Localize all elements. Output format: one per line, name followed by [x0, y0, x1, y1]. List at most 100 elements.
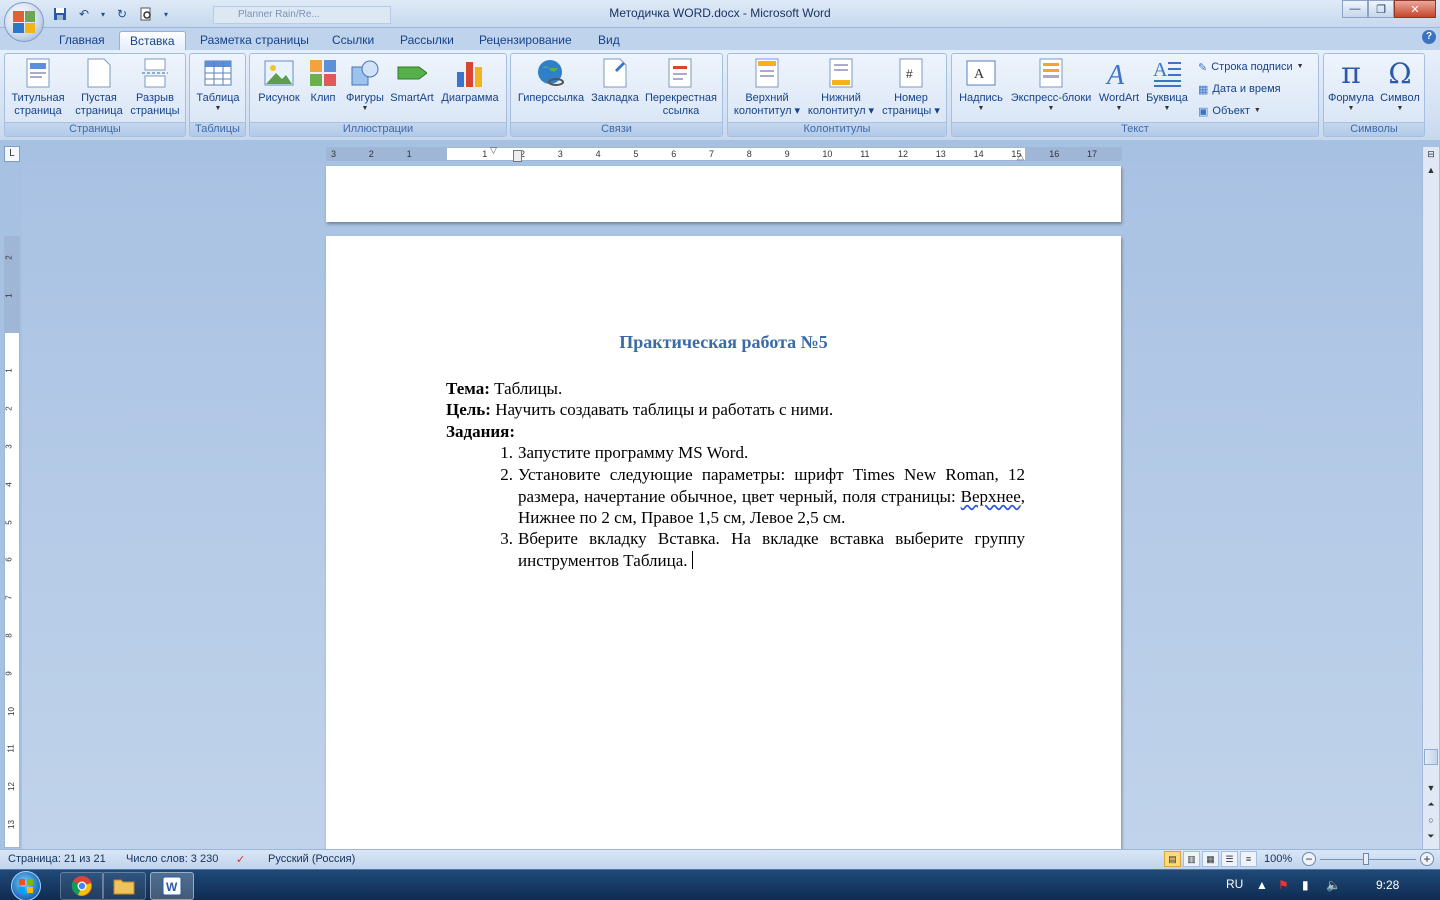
previous-page-icon[interactable]: ⏶	[1424, 797, 1438, 811]
ruler-number: 1	[4, 368, 14, 374]
print-layout-icon[interactable]: ▤	[1164, 851, 1181, 867]
group-symbols-label: Символы	[1324, 122, 1424, 136]
network-icon[interactable]: ▮	[1302, 878, 1309, 892]
proofing-icon[interactable]: ✓	[236, 853, 245, 866]
text-box-button[interactable]: A Надпись ▼	[954, 54, 1008, 113]
zoom-out-icon[interactable]: −	[1302, 852, 1316, 866]
help-icon[interactable]: ?	[1422, 30, 1436, 44]
ruler-number: 2	[4, 406, 14, 411]
input-language[interactable]: RU	[1226, 877, 1243, 891]
page-break-icon	[140, 57, 170, 89]
dropdown-caret-icon: ▼	[1396, 105, 1404, 112]
clock[interactable]: 9:28	[1376, 878, 1399, 892]
hyperlink-button[interactable]: Гиперссылка	[515, 54, 587, 105]
quick-parts-button[interactable]: Экспресс-блоки ▼	[1008, 54, 1094, 113]
zoom-slider-thumb[interactable]	[1363, 853, 1369, 865]
ruler-number: 13	[935, 149, 946, 159]
explorer-taskbar-button[interactable]	[102, 872, 146, 900]
language-indicator[interactable]: Русский (Россия)	[268, 853, 355, 865]
symbol-button[interactable]: Ω Символ ▼	[1376, 54, 1424, 113]
smartart-button[interactable]: SmartArt	[388, 54, 436, 105]
scroll-up-arrow-icon[interactable]: ▲	[1424, 163, 1438, 177]
page-count[interactable]: Страница: 21 из 21	[8, 853, 106, 865]
draft-icon[interactable]: ≡	[1240, 851, 1257, 867]
group-tables-label: Таблицы	[190, 122, 245, 136]
ruler-toggle-icon[interactable]: ⊟	[1424, 147, 1438, 161]
table-icon	[203, 57, 233, 89]
signature-line-button[interactable]: ✎ Строка подписи ▼	[1198, 58, 1304, 76]
volume-icon[interactable]: 🔈	[1326, 878, 1341, 892]
ruler-number: 13	[6, 820, 16, 829]
web-layout-icon[interactable]: ▦	[1202, 851, 1219, 867]
tab-selector-button[interactable]: L	[4, 146, 20, 162]
page-break-button[interactable]: Разрыв страницы	[127, 54, 183, 118]
outline-icon[interactable]: ☰	[1221, 851, 1238, 867]
horizontal-ruler[interactable]: 3 2 1 1 2 3 4 5 6 7 8 9 10 11 12 13 14 15 16 17 ▽ △	[326, 145, 1122, 162]
bookmark-button[interactable]: Закладка	[587, 54, 643, 105]
ruler-number: 7	[4, 595, 14, 600]
next-page-icon[interactable]: ⏷	[1424, 829, 1438, 843]
show-hidden-icons-icon[interactable]: ▲	[1256, 878, 1268, 892]
ruler-number: 8	[4, 633, 14, 638]
svg-text:W: W	[166, 880, 178, 894]
picture-button[interactable]: Рисунок	[254, 54, 304, 105]
tab-mailings[interactable]: Рассылки	[400, 31, 454, 50]
zoom-in-icon[interactable]: +	[1420, 852, 1434, 866]
table-button[interactable]: Таблица ▼	[192, 54, 244, 113]
ruler-number: 1	[406, 149, 412, 159]
cross-reference-icon	[666, 57, 696, 89]
word-count[interactable]: Число слов: 3 230	[126, 853, 218, 865]
right-indent-marker[interactable]: △	[1017, 151, 1024, 162]
page-number-button[interactable]: # Номер страницы ▾	[878, 54, 944, 118]
cover-page-button[interactable]: Титульная страница	[8, 54, 68, 118]
dropdown-caret-icon: ▼	[361, 105, 369, 112]
left-indent-marker[interactable]	[513, 150, 522, 162]
tab-insert[interactable]: Вставка	[119, 31, 186, 50]
tasks-heading: Задания:	[446, 422, 516, 441]
wordart-button[interactable]: A WordArt ▼	[1094, 54, 1144, 113]
clip-art-button[interactable]: Клип	[306, 54, 340, 105]
group-pages: Титульная страница Пустая страница Разры…	[4, 53, 186, 137]
word-icon: W	[162, 876, 182, 896]
first-line-indent-marker[interactable]: ▽	[490, 145, 497, 156]
full-screen-reading-icon[interactable]: ▥	[1183, 851, 1200, 867]
chrome-taskbar-button[interactable]	[60, 872, 104, 900]
vertical-scrollbar[interactable]: ⊟ ▲ ▼ ⏶ ○ ⏷	[1422, 147, 1439, 849]
chart-button[interactable]: Диаграмма	[438, 54, 502, 105]
equation-button[interactable]: π Формула ▼	[1326, 54, 1376, 113]
ruler-number: 8	[746, 149, 752, 159]
document-page[interactable]: Практическая работа №5 Тема: Таблицы. Це…	[326, 236, 1121, 856]
header-button[interactable]: Верхний колонтитул ▾	[730, 54, 804, 118]
minimize-button[interactable]: —	[1342, 0, 1368, 18]
word-taskbar-button[interactable]: W	[150, 872, 194, 900]
spellcheck-word: Верхнее	[960, 486, 1021, 506]
select-browse-object-icon[interactable]: ○	[1424, 813, 1438, 827]
tab-references[interactable]: Ссылки	[332, 31, 374, 50]
ruler-number: 7	[709, 149, 715, 159]
tab-home[interactable]: Главная	[59, 31, 105, 50]
office-button[interactable]	[4, 2, 44, 42]
vertical-ruler[interactable]: 2 1 1 2 3 4 5 6 7 8 9 10 11 12 13	[4, 236, 20, 848]
start-button[interactable]	[4, 870, 48, 900]
scroll-thumb[interactable]	[1424, 749, 1438, 765]
drop-cap-button[interactable]: A Буквица ▼	[1144, 54, 1190, 113]
tab-page-layout[interactable]: Разметка страницы	[200, 31, 309, 50]
cover-page-icon	[23, 57, 53, 89]
ribbon: Титульная страница Пустая страница Разры…	[0, 50, 1440, 140]
footer-button[interactable]: Нижний колонтитул ▾	[804, 54, 878, 118]
shapes-button[interactable]: Фигуры ▼	[342, 54, 388, 113]
tab-view[interactable]: Вид	[598, 31, 620, 50]
action-center-icon[interactable]: ⚑	[1278, 878, 1289, 892]
zoom-level[interactable]: 100%	[1264, 853, 1292, 865]
footer-icon	[826, 57, 856, 89]
scroll-down-arrow-icon[interactable]: ▼	[1424, 781, 1438, 795]
tab-review[interactable]: Рецензирование	[479, 31, 572, 50]
maximize-button[interactable]: ❐	[1368, 0, 1394, 18]
previous-page	[326, 166, 1121, 222]
cross-reference-button[interactable]: Перекрестная ссылка	[641, 54, 721, 118]
ruler-number: 11	[860, 149, 870, 159]
date-time-button[interactable]: ▦ Дата и время	[1198, 80, 1281, 98]
blank-page-button[interactable]: Пустая страница	[71, 54, 127, 118]
close-button[interactable]: ✕	[1394, 0, 1436, 18]
object-button[interactable]: ▣ Объект ▼	[1198, 102, 1261, 120]
